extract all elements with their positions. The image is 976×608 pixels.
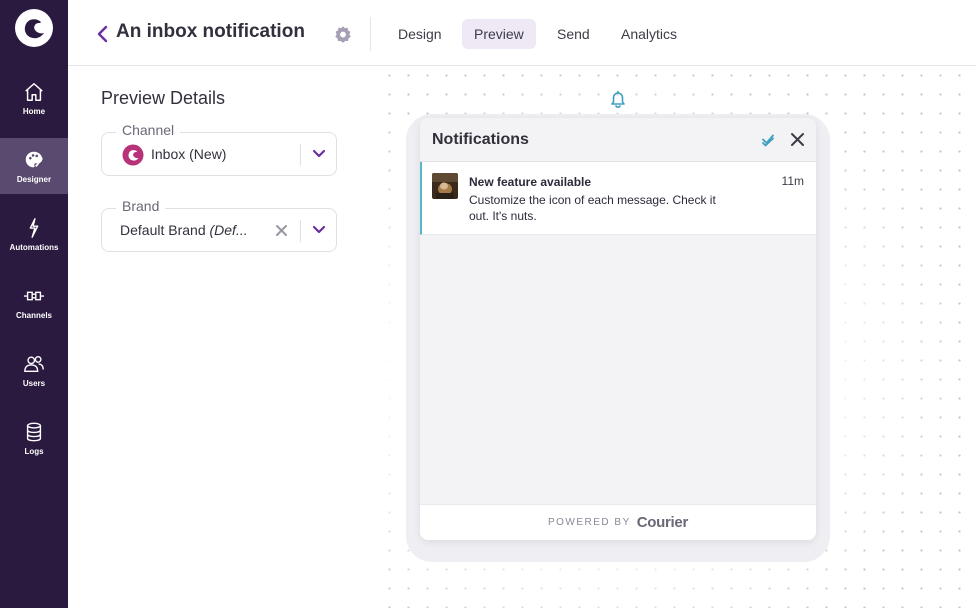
- courier-wordmark[interactable]: Courier: [637, 514, 689, 531]
- inbox-message[interactable]: New feature available Customize the icon…: [420, 162, 816, 235]
- channel-label: Channel: [116, 122, 181, 138]
- sidebar-item-label: Home: [22, 106, 46, 116]
- chevron-down-icon[interactable]: [312, 149, 326, 159]
- sidebar-item-home[interactable]: Home: [0, 70, 68, 126]
- database-icon: [26, 422, 42, 441]
- inbox-footer: POWERED BY Courier: [420, 504, 816, 540]
- sidebar-item-designer[interactable]: Designer: [0, 138, 68, 194]
- sidebar-item-label: Automations: [9, 242, 59, 252]
- users-icon: [24, 355, 44, 372]
- brand-value: Default Brand (Def...: [120, 222, 270, 238]
- inbox-header: Notifications: [420, 118, 816, 162]
- sidebar-item-channels[interactable]: Channels: [0, 274, 68, 330]
- chevron-down-icon[interactable]: [312, 225, 326, 235]
- clear-icon[interactable]: [275, 224, 288, 237]
- page-title[interactable]: An inbox notification: [116, 21, 305, 43]
- inbox-panel: Notifications New feature available Cust…: [420, 118, 816, 540]
- sidebar-item-label: Logs: [24, 446, 44, 456]
- palette-icon: [25, 151, 43, 167]
- gear-icon[interactable]: [332, 24, 354, 46]
- tab-analytics[interactable]: Analytics: [609, 19, 689, 49]
- tab-preview[interactable]: Preview: [462, 19, 536, 49]
- brand-label: Brand: [116, 198, 166, 214]
- sidebar-item-label: Channels: [15, 310, 52, 320]
- sidebar-item-automations[interactable]: Automations: [0, 206, 68, 262]
- header: An inbox notification Design Preview Sen…: [68, 0, 976, 66]
- back-chevron-icon[interactable]: [96, 24, 110, 44]
- bell-icon[interactable]: [607, 89, 629, 111]
- plug-icon: [23, 291, 45, 300]
- courier-logo[interactable]: [15, 9, 53, 47]
- powered-by-label: POWERED BY: [547, 517, 631, 528]
- message-thumbnail: [432, 173, 458, 199]
- header-divider: [370, 17, 371, 51]
- brand-name: Default Brand: [120, 222, 206, 238]
- sidebar-item-users[interactable]: Users: [0, 342, 68, 398]
- field-separator: [300, 144, 301, 166]
- channel-select[interactable]: Channel Inbox (New): [101, 122, 337, 176]
- message-body: Customize the icon of each message. Chec…: [469, 193, 716, 223]
- home-icon: [25, 82, 43, 101]
- brand-default-tag: (Def...: [209, 222, 248, 238]
- close-icon[interactable]: [790, 132, 805, 147]
- brand-select[interactable]: Brand Default Brand (Def...: [101, 198, 337, 252]
- sidebar-item-label: Designer: [16, 174, 52, 184]
- inbox-channel-icon: [122, 144, 144, 166]
- sidebar: Home Designer Automations Channels Users…: [0, 0, 68, 608]
- tab-design[interactable]: Design: [386, 19, 454, 49]
- message-title: New feature available: [469, 175, 592, 189]
- lightning-icon: [29, 217, 39, 238]
- mark-all-read-icon[interactable]: [760, 132, 776, 148]
- field-separator: [300, 220, 301, 242]
- inbox-title: Notifications: [432, 131, 529, 148]
- channel-value: Inbox (New): [151, 146, 227, 162]
- tab-send[interactable]: Send: [545, 19, 602, 49]
- message-time: 11m: [781, 174, 804, 188]
- sidebar-item-logs[interactable]: Logs: [0, 410, 68, 466]
- preview-details-title: Preview Details: [101, 88, 226, 108]
- sidebar-item-label: Users: [22, 378, 46, 388]
